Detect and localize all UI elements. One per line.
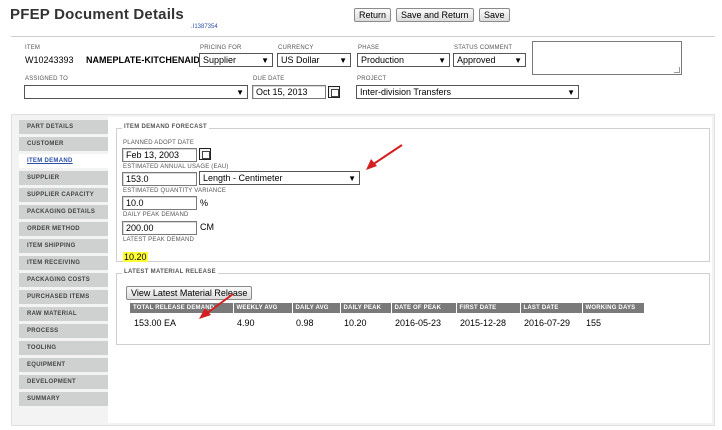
save-and-return-button[interactable]: Save and Return [396,8,474,22]
calendar-icon[interactable] [328,86,340,98]
nav-item-raw-material[interactable]: RAW MATERIAL [19,307,108,322]
nav-item-part-details[interactable]: PART DETAILS [19,120,108,135]
nav-item-item-receiving[interactable]: ITEM RECEIVING [19,256,108,271]
phase-label: PHASE [358,45,380,51]
project-select[interactable]: Inter-division Transfers ▼ [356,85,579,99]
chevron-down-icon: ▼ [339,56,347,65]
assigned-to-label: ASSIGNED TO [25,76,68,82]
calendar-icon[interactable] [199,148,211,160]
annotation-arrow-eau [366,144,403,170]
eau-input[interactable]: 153.0 [122,172,197,186]
planned-adopt-date-label: PLANNED ADOPT DATE [123,140,195,146]
chevron-down-icon: ▼ [236,88,244,97]
assigned-to-select[interactable]: ▼ [24,85,248,99]
table-cell: 2016-07-29 [524,317,571,328]
column-header: WORKING DAYS [582,303,645,313]
nav-item-supplier-capacity[interactable]: SUPPLIER CAPACITY [19,188,108,203]
chevron-down-icon: ▼ [261,56,269,65]
item-number: W10243393 [25,55,74,65]
nav-item-item-shipping[interactable]: ITEM SHIPPING [19,239,108,254]
nav-item-packaging-costs[interactable]: PACKAGING COSTS [19,273,108,288]
status-comment-textarea[interactable] [532,41,682,75]
due-date-input[interactable]: Oct 15, 2013 [252,85,326,99]
table-cell: 0.98 [296,317,314,328]
page-title: PFEP Document Details [10,6,184,23]
currency-select[interactable]: US Dollar ▼ [277,53,351,67]
pricing-for-value: Supplier [203,55,237,65]
nav-item-process[interactable]: PROCESS [19,324,108,339]
column-header: DAILY PEAK [340,303,392,313]
variance-unit: % [200,198,209,208]
table-cell: 155 [586,317,602,328]
item-label: ITEM [25,45,41,51]
document-number: .I1387354 [191,24,218,30]
status-select[interactable]: Approved ▼ [453,53,526,67]
nav-item-customer[interactable]: CUSTOMER [19,137,108,152]
column-header: LAST DATE [520,303,583,313]
section-legend: ITEM DEMAND FORECAST [122,124,209,130]
column-header: WEEKLY AVG [233,303,293,313]
section-legend: LATEST MATERIAL RELEASE [122,269,218,275]
nav-item-packaging-details[interactable]: PACKAGING DETAILS [19,205,108,220]
nav-item-equipment[interactable]: EQUIPMENT [19,358,108,373]
phase-select[interactable]: Production ▼ [357,53,450,67]
eau-label: ESTIMATED ANNUAL USAGE (EAU) [123,164,229,170]
chevron-down-icon: ▼ [514,56,522,65]
nav-item-order-method[interactable]: ORDER METHOD [19,222,108,237]
nav-item-supplier[interactable]: SUPPLIER [19,171,108,186]
daily-peak-demand-label: DAILY PEAK DEMAND [123,212,189,218]
nav-item-development[interactable]: DEVELOPMENT [19,375,108,390]
currency-value: US Dollar [281,55,320,65]
eau-unit-select[interactable]: Length - Centimeter ▼ [199,171,360,185]
nav-item-item-demand[interactable]: ITEM DEMAND [19,154,108,169]
annotation-arrow-total-release [199,293,234,319]
pricing-for-label: PRICING FOR [200,45,242,51]
chevron-down-icon: ▼ [348,174,356,183]
phase-value: Production [361,55,405,65]
eau-unit-value: Length - Centimeter [203,173,283,183]
project-label: PROJECT [357,76,387,82]
nav-item-summary[interactable]: SUMMARY [19,392,108,407]
column-header: DAILY AVG [292,303,341,313]
table-cell: 2016-05-23 [395,317,442,328]
variance-label: ESTIMATED QUANTITY VARIANCE [123,188,227,194]
item-name: NAMEPLATE-KITCHENAID [86,55,200,65]
table-cell: 2015-12-28 [460,317,507,328]
column-header: FIRST DATE [456,303,521,313]
column-header: DATE OF PEAK [391,303,457,313]
nav-item-tooling[interactable]: TOOLING [19,341,108,356]
nav-item-purchased-items[interactable]: PURCHASED ITEMS [19,290,108,305]
save-button[interactable]: Save [479,8,510,22]
due-date-label: DUE DATE [253,76,285,82]
chevron-down-icon: ▼ [567,88,575,97]
project-value: Inter-division Transfers [360,87,452,97]
daily-peak-demand-unit: CM [200,222,214,232]
pricing-for-select[interactable]: Supplier ▼ [199,53,273,67]
currency-label: CURRENCY [278,45,314,51]
table-cell: 10.20 [344,317,367,328]
planned-adopt-date-input[interactable]: Feb 13, 2003 [122,148,197,162]
latest-peak-demand-value-wrapper: 10.20 [123,247,148,265]
return-button[interactable]: Return [354,8,392,22]
daily-peak-demand-input[interactable]: 200.00 [122,221,197,235]
status-value: Approved [457,55,496,65]
variance-input[interactable]: 10.0 [122,196,197,210]
status-comment-label: STATUS COMMENT [454,45,513,51]
chevron-down-icon: ▼ [438,56,446,65]
table-cell: 4.90 [237,317,255,328]
latest-peak-demand-value: 10.20 [123,252,148,262]
latest-peak-demand-label: LATEST PEAK DEMAND [123,237,195,243]
